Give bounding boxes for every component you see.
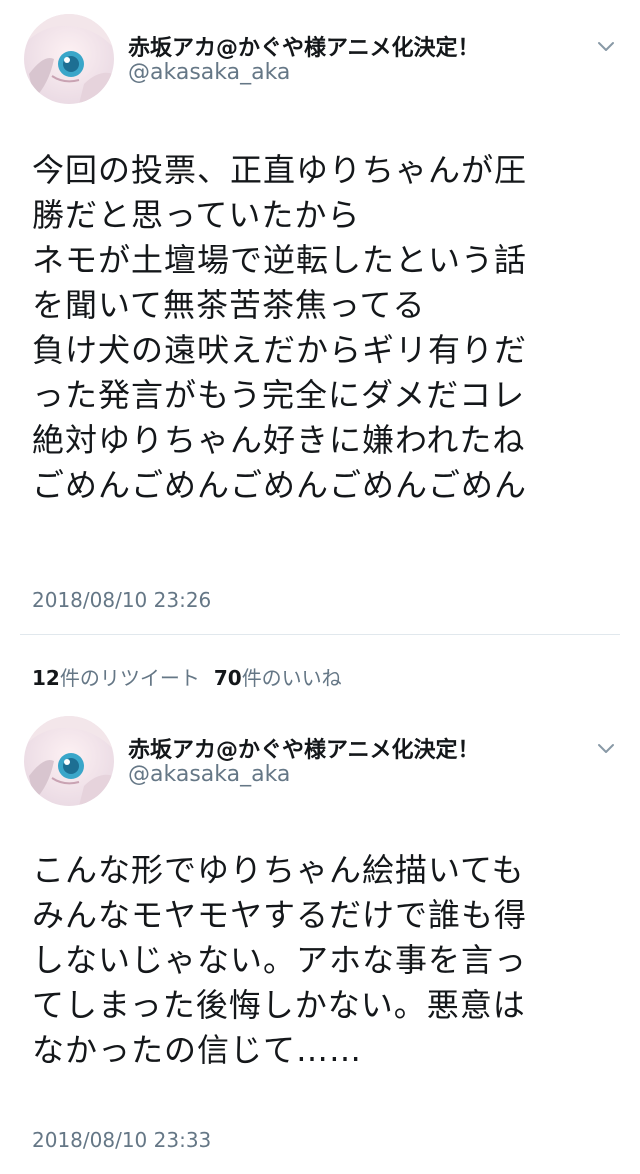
retweet-stat[interactable]: 12件のリツイート bbox=[32, 666, 200, 690]
display-name[interactable]: 赤坂アカ@かぐや様アニメ化決定！ bbox=[128, 732, 480, 764]
tweet-text: こんな形でゆりちゃん絵描いても みんなモヤモヤするだけで誰も得 しないじゃない。… bbox=[32, 848, 622, 1073]
retweet-count: 12 bbox=[32, 666, 60, 690]
tweet-1: 赤坂アカ@かぐや様アニメ化決定！ @akasaka_aka 今回の投票、正直ゆり… bbox=[0, 0, 640, 700]
text-line: 負け犬の遠吠えだからギリ有りだ bbox=[32, 331, 528, 369]
text-line: しないじゃない。アホな事を言っ bbox=[32, 941, 528, 979]
avatar-image bbox=[24, 716, 114, 806]
display-name[interactable]: 赤坂アカ@かぐや様アニメ化決定！ bbox=[128, 30, 480, 62]
avatar[interactable] bbox=[24, 14, 114, 104]
text-line: を聞いて無茶苦茶焦ってる bbox=[32, 286, 426, 324]
text-line: みんなモヤモヤするだけで誰も得 bbox=[32, 896, 528, 934]
text-line: なかったの信じて…… bbox=[32, 1031, 363, 1069]
like-label: 件のいいね bbox=[241, 666, 342, 690]
like-count: 70 bbox=[213, 666, 242, 690]
handle[interactable]: @akasaka_aka bbox=[128, 762, 290, 787]
avatar[interactable] bbox=[24, 716, 114, 806]
text-line: ネモが土壇場で逆転したという話 bbox=[32, 241, 528, 279]
chevron-down-icon[interactable] bbox=[594, 34, 618, 58]
tweet-stats: 12件のリツイート 70件のいいね bbox=[32, 662, 342, 691]
text-line: 勝だと思っていたから bbox=[32, 196, 361, 234]
avatar-image bbox=[24, 14, 114, 104]
like-stat[interactable]: 70件のいいね bbox=[214, 666, 342, 690]
tweet-text: 今回の投票、正直ゆりちゃんが圧 勝だと思っていたから ネモが土壇場で逆転したとい… bbox=[32, 148, 622, 508]
timestamp[interactable]: 2018/08/10 23:26 bbox=[32, 588, 211, 612]
timestamp[interactable]: 2018/08/10 23:33 bbox=[32, 1128, 211, 1152]
retweet-label: 件のリツイート bbox=[59, 666, 200, 690]
text-line: った発言がもう完全にダメだコレ bbox=[32, 376, 526, 414]
text-line: こんな形でゆりちゃん絵描いても bbox=[32, 851, 525, 889]
tweet-2: 赤坂アカ@かぐや様アニメ化決定！ @akasaka_aka こんな形でゆりちゃん… bbox=[0, 700, 640, 1174]
tweet-thread-page: 赤坂アカ@かぐや様アニメ化決定！ @akasaka_aka 今回の投票、正直ゆり… bbox=[0, 0, 640, 1174]
text-line: てしまった後悔しかない。悪意は bbox=[32, 986, 526, 1024]
chevron-down-icon[interactable] bbox=[594, 736, 618, 760]
divider bbox=[20, 634, 620, 635]
text-line: 絶対ゆりちゃん好きに嫌われたね bbox=[32, 421, 526, 459]
text-line: 今回の投票、正直ゆりちゃんが圧 bbox=[32, 151, 528, 189]
text-line: ごめんごめんごめんごめんごめん bbox=[32, 466, 528, 504]
handle[interactable]: @akasaka_aka bbox=[128, 60, 290, 85]
